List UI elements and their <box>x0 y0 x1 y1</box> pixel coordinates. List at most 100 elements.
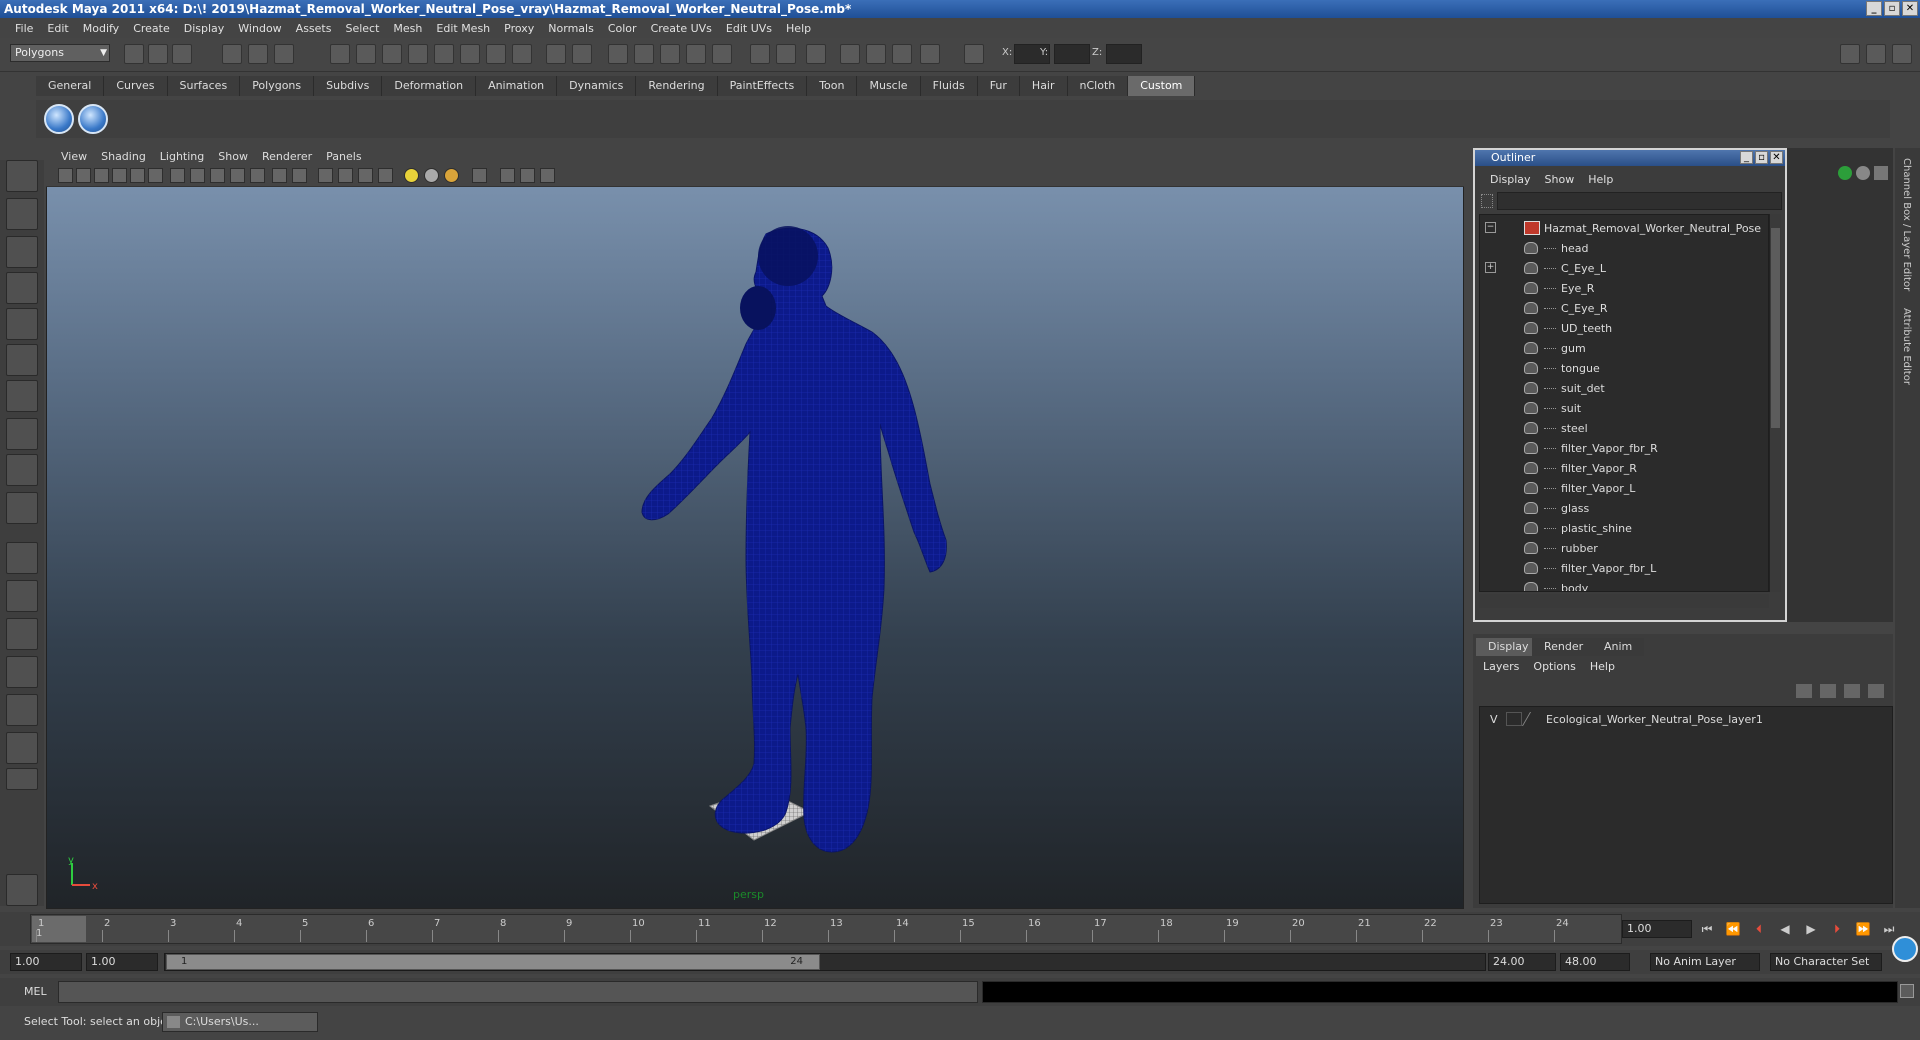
side-tab-channel-box[interactable]: Channel Box / Layer Editor <box>1901 158 1912 291</box>
outliner-vertical-scrollbar[interactable] <box>1769 214 1781 592</box>
history-icon[interactable] <box>460 44 480 64</box>
single-view-layout-icon[interactable] <box>6 542 38 574</box>
side-tab-attribute-editor[interactable]: Attribute Editor <box>1901 308 1912 385</box>
transform-field-icon[interactable] <box>806 44 826 64</box>
render-settings-icon[interactable] <box>660 44 680 64</box>
viewport-menu-panels[interactable]: Panels <box>319 150 368 163</box>
outliner-horizontal-scrollbar[interactable] <box>1479 594 1769 608</box>
soft-modification-icon[interactable] <box>6 418 38 450</box>
outliner-item-glass[interactable]: glass <box>1480 499 1768 519</box>
step-back-key-icon[interactable]: ⏪ <box>1724 920 1742 938</box>
shelf-tab-ncloth[interactable]: nCloth <box>1067 76 1129 96</box>
image-plane-icon[interactable] <box>112 168 127 183</box>
outliner-filter-icon[interactable] <box>1481 194 1493 208</box>
xray-joints-icon[interactable] <box>520 168 535 183</box>
menu-color[interactable]: Color <box>601 22 644 35</box>
viewport-menu-shading[interactable]: Shading <box>94 150 153 163</box>
shelf-tab-fur[interactable]: Fur <box>977 76 1020 96</box>
scale-tool-icon[interactable] <box>6 344 38 376</box>
textures-icon[interactable] <box>338 168 353 183</box>
attribute-icon[interactable] <box>1856 166 1870 180</box>
character-set-select[interactable]: No Character Set <box>1770 953 1882 971</box>
sym-icon[interactable] <box>920 44 940 64</box>
shelf-tab-curves[interactable]: Curves <box>104 76 168 96</box>
menu-edit-mesh[interactable]: Edit Mesh <box>429 22 497 35</box>
high-quality-icon[interactable] <box>404 168 419 183</box>
snap-toggle-icon[interactable] <box>866 44 886 64</box>
xray-icon[interactable] <box>500 168 515 183</box>
lock-icon[interactable] <box>546 44 566 64</box>
toggle-tool-settings-icon[interactable] <box>1866 44 1886 64</box>
shelf-tab-animation[interactable]: Animation <box>476 76 558 96</box>
step-forward-key-icon[interactable]: ⏩ <box>1854 920 1872 938</box>
layer-menu-help[interactable]: Help <box>1583 660 1622 673</box>
outliner-item-eye-r[interactable]: Eye_R <box>1480 279 1768 299</box>
shelf-tab-dynamics[interactable]: Dynamics <box>557 76 637 96</box>
outliner-scroll-thumb[interactable] <box>1771 228 1780 428</box>
camera-attributes-icon[interactable] <box>76 168 91 183</box>
graph-editor-layout-icon[interactable] <box>6 656 38 688</box>
render-frame-icon[interactable] <box>608 44 628 64</box>
universal-manipulator-icon[interactable] <box>6 380 38 412</box>
outliner-root-row[interactable]: − Hazmat_Removal_Worker_Neutral_Pose <box>1480 219 1768 239</box>
outliner-item-body[interactable]: body <box>1480 579 1768 591</box>
rotate-tool-icon[interactable] <box>6 308 38 340</box>
paint-select-tool-icon[interactable] <box>6 236 38 268</box>
y-field[interactable] <box>1054 44 1090 64</box>
menu-normals[interactable]: Normals <box>541 22 601 35</box>
camera-select-icon[interactable] <box>58 168 73 183</box>
menu-window[interactable]: Window <box>231 22 288 35</box>
viewport-menu-show[interactable]: Show <box>211 150 255 163</box>
snap-plane-icon[interactable] <box>408 44 428 64</box>
script-editor-icon[interactable] <box>1900 984 1914 998</box>
z-field[interactable] <box>1106 44 1142 64</box>
menu-select[interactable]: Select <box>338 22 386 35</box>
soft-select-icon[interactable] <box>892 44 912 64</box>
layer-visibility-toggle[interactable]: V <box>1490 713 1498 726</box>
shelf-tab-muscle[interactable]: Muscle <box>857 76 921 96</box>
outliner-persp-layout-icon[interactable] <box>6 618 38 650</box>
expand-icon[interactable]: + <box>1485 262 1496 273</box>
gate-mask-icon[interactable] <box>190 168 205 183</box>
hypergraph-icon[interactable] <box>6 874 38 906</box>
last-tool-icon[interactable] <box>6 492 38 524</box>
command-language-label[interactable]: MEL <box>24 985 47 998</box>
film-gate-icon[interactable] <box>148 168 163 183</box>
animation-start-field[interactable]: 1.00 <box>10 953 82 971</box>
range-slider-thumb[interactable]: 1 24 <box>166 954 820 970</box>
close-button[interactable]: ✕ <box>1902 1 1918 16</box>
lasso-tool-icon[interactable] <box>6 198 38 230</box>
render-view-icon[interactable] <box>712 44 732 64</box>
layer-color-swatch[interactable] <box>1521 712 1543 726</box>
hypershade-icon[interactable] <box>686 44 706 64</box>
select-object-icon[interactable] <box>248 44 268 64</box>
anim-layer-select[interactable]: No Anim Layer <box>1650 953 1760 971</box>
play-backwards-icon[interactable]: ◀ <box>1776 920 1794 938</box>
viewport-menu-lighting[interactable]: Lighting <box>153 150 211 163</box>
step-forward-frame-icon[interactable]: ⏵ <box>1828 920 1846 938</box>
shelf-tab-hair[interactable]: Hair <box>1019 76 1068 96</box>
move-layer-up-icon[interactable] <box>1844 684 1860 698</box>
outliner-item-c-eye-l[interactable]: + C_Eye_L <box>1480 259 1768 279</box>
shade-options-icon[interactable] <box>318 168 333 183</box>
layer-menu-options[interactable]: Options <box>1526 660 1582 673</box>
safe-title-icon[interactable] <box>250 168 265 183</box>
shelf-tab-general[interactable]: General <box>36 76 105 96</box>
minimize-button[interactable]: _ <box>1866 1 1882 16</box>
outliner-menu-show[interactable]: Show <box>1538 173 1582 186</box>
shelf-tab-rendering[interactable]: Rendering <box>636 76 718 96</box>
shelf-tab-polygons[interactable]: Polygons <box>240 76 315 96</box>
outliner-item-ud-teeth[interactable]: UD_teeth <box>1480 319 1768 339</box>
outliner-close-button[interactable]: ✕ <box>1770 151 1783 164</box>
snap-curve-icon[interactable] <box>356 44 376 64</box>
menu-create[interactable]: Create <box>126 22 177 35</box>
smooth-shade-icon[interactable] <box>292 168 307 183</box>
tool-settings-icon[interactable] <box>1874 166 1888 180</box>
outliner-item-plastic-shine[interactable]: plastic_shine <box>1480 519 1768 539</box>
shelf-tab-deformation[interactable]: Deformation <box>382 76 477 96</box>
custom-shelf-check-icon[interactable] <box>44 104 74 134</box>
outliner-item-gum[interactable]: gum <box>1480 339 1768 359</box>
menu-assets[interactable]: Assets <box>289 22 339 35</box>
layer-row[interactable]: V Ecological_Worker_Neutral_Pose_layer1 <box>1480 709 1894 731</box>
outliner-item-filter-vapor-fbr-l[interactable]: filter_Vapor_fbr_L <box>1480 559 1768 579</box>
